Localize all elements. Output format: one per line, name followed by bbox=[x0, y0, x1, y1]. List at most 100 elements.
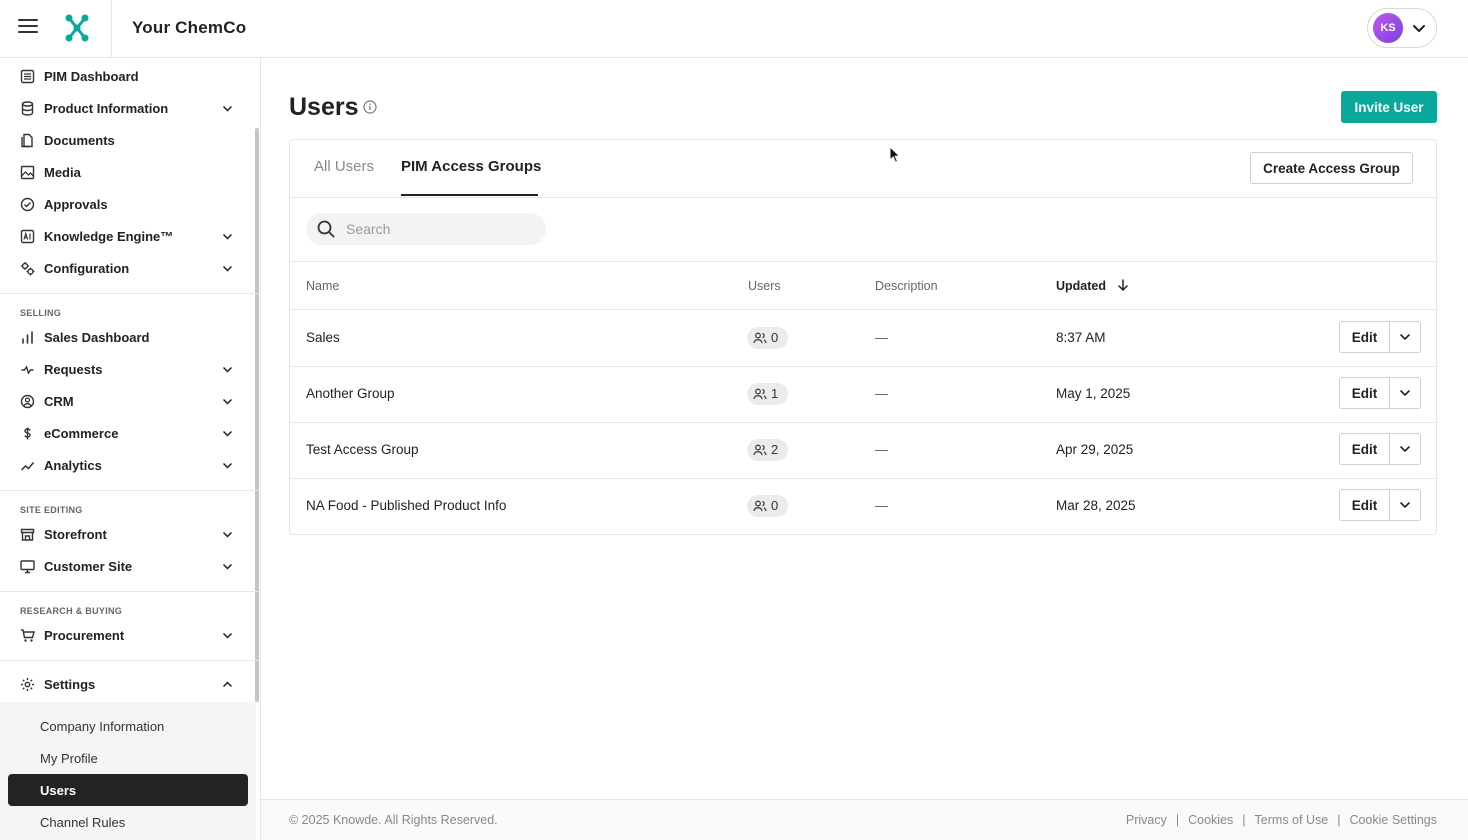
sidebar-item-configuration[interactable]: Configuration bbox=[0, 252, 250, 284]
column-header-name[interactable]: Name bbox=[306, 279, 339, 293]
group-name[interactable]: Test Access Group bbox=[306, 442, 419, 457]
sidebar-item-label: Product Information bbox=[44, 100, 169, 116]
cart-icon bbox=[21, 629, 35, 642]
group-name[interactable]: NA Food - Published Product Info bbox=[306, 498, 506, 513]
sidebar-item-procurement[interactable]: Procurement bbox=[0, 619, 250, 651]
sidebar-item-media[interactable]: Media bbox=[0, 156, 250, 188]
section-label-research: RESEARCH & BUYING bbox=[20, 606, 123, 616]
search-input[interactable] bbox=[346, 213, 536, 245]
sidebar-item-label: PIM Dashboard bbox=[44, 68, 139, 84]
group-name[interactable]: Another Group bbox=[306, 386, 395, 401]
terms-of-use-link[interactable]: Terms of Use bbox=[1255, 813, 1329, 827]
sidebar-item-storefront[interactable]: Storefront bbox=[0, 518, 250, 550]
sidebar-item-approvals[interactable]: Approvals bbox=[0, 188, 250, 220]
sidebar-subitem-label: Channel Rules bbox=[40, 815, 126, 830]
edit-button[interactable]: Edit bbox=[1340, 378, 1390, 408]
sidebar: PIM Dashboard Product Information Docume… bbox=[0, 58, 261, 840]
sidebar-subitem-my-profile[interactable]: My Profile bbox=[8, 742, 248, 774]
sidebar-item-label: Procurement bbox=[44, 627, 125, 643]
sidebar-item-label: Media bbox=[44, 164, 81, 180]
sidebar-divider bbox=[0, 490, 260, 491]
sidebar-divider bbox=[0, 591, 260, 592]
dollar-icon bbox=[24, 427, 31, 440]
search-icon bbox=[317, 220, 335, 238]
edit-button[interactable]: Edit bbox=[1340, 434, 1390, 464]
info-icon[interactable] bbox=[363, 100, 377, 114]
copyright-text: © 2025 Knowde. All Rights Reserved. bbox=[289, 813, 498, 827]
sidebar-subitem-company-information[interactable]: Company Information bbox=[8, 710, 248, 742]
chevron-down-icon bbox=[1400, 502, 1410, 509]
create-access-group-button[interactable]: Create Access Group bbox=[1250, 152, 1413, 184]
chevron-down-icon bbox=[223, 633, 232, 639]
group-description: — bbox=[875, 442, 888, 457]
invite-user-button[interactable]: Invite User bbox=[1341, 91, 1437, 123]
users-count-badge: 2 bbox=[747, 439, 788, 461]
edit-dropdown-toggle[interactable] bbox=[1390, 322, 1420, 352]
chevron-down-icon bbox=[223, 431, 232, 437]
dashboard-icon bbox=[20, 69, 35, 84]
arrow-down-icon[interactable] bbox=[1117, 279, 1129, 292]
privacy-link[interactable]: Privacy bbox=[1126, 813, 1167, 827]
sidebar-item-pim-dashboard[interactable]: PIM Dashboard bbox=[0, 60, 250, 92]
gear-icon bbox=[21, 678, 34, 691]
sidebar-item-documents[interactable]: Documents bbox=[0, 124, 250, 156]
sidebar-item-requests[interactable]: Requests bbox=[0, 353, 250, 385]
chevron-down-icon bbox=[223, 564, 232, 570]
sidebar-item-product-information[interactable]: Product Information bbox=[0, 92, 250, 124]
hamburger-menu-icon[interactable] bbox=[18, 19, 38, 39]
row-divider bbox=[290, 366, 1436, 367]
edit-dropdown-toggle[interactable] bbox=[1390, 490, 1420, 520]
sidebar-item-label: Storefront bbox=[44, 526, 107, 542]
sidebar-subitem-label: Users bbox=[40, 783, 77, 798]
sidebar-item-knowledge-engine[interactable]: Knowledge Engine™ bbox=[0, 220, 250, 252]
edit-button-group: Edit bbox=[1339, 377, 1421, 409]
users-icon bbox=[753, 332, 767, 344]
sidebar-item-analytics[interactable]: Analytics bbox=[0, 449, 250, 481]
users-count: 1 bbox=[771, 386, 779, 401]
tab-pim-access-groups[interactable]: PIM Access Groups bbox=[401, 158, 541, 175]
sidebar-item-label: CRM bbox=[44, 393, 74, 409]
edit-button-group: Edit bbox=[1339, 321, 1421, 353]
sidebar-item-crm[interactable]: CRM bbox=[0, 385, 250, 417]
users-count-badge: 0 bbox=[747, 327, 788, 349]
link-separator: | bbox=[1337, 813, 1341, 827]
sidebar-item-settings[interactable]: Settings bbox=[0, 668, 250, 700]
ai-icon bbox=[20, 229, 35, 244]
chevron-down-icon bbox=[223, 532, 232, 538]
users-icon bbox=[753, 500, 767, 512]
column-header-updated[interactable]: Updated bbox=[1056, 279, 1106, 293]
users-icon bbox=[753, 388, 767, 400]
logo-divider bbox=[111, 0, 112, 58]
edit-dropdown-toggle[interactable] bbox=[1390, 378, 1420, 408]
users-count: 2 bbox=[771, 442, 779, 457]
edit-button[interactable]: Edit bbox=[1340, 322, 1390, 352]
tab-all-users[interactable]: All Users bbox=[314, 158, 374, 175]
sidebar-item-sales-dashboard[interactable]: Sales Dashboard bbox=[0, 321, 250, 353]
group-description: — bbox=[875, 498, 888, 513]
image-icon bbox=[20, 165, 35, 180]
top-bar: Your ChemCo KS bbox=[0, 0, 1468, 58]
sidebar-item-customer-site[interactable]: Customer Site bbox=[0, 550, 250, 582]
sidebar-scrollbar[interactable] bbox=[255, 128, 259, 702]
sidebar-subitem-users[interactable]: Users bbox=[8, 774, 248, 806]
sidebar-item-label: Documents bbox=[44, 132, 115, 148]
access-groups-card: All Users PIM Access Groups Create Acces… bbox=[289, 139, 1437, 535]
column-header-description[interactable]: Description bbox=[875, 279, 938, 293]
cookies-link[interactable]: Cookies bbox=[1188, 813, 1233, 827]
sidebar-item-label: Analytics bbox=[44, 457, 102, 473]
cookie-settings-link[interactable]: Cookie Settings bbox=[1349, 813, 1437, 827]
sidebar-item-label: Sales Dashboard bbox=[44, 329, 150, 345]
edit-button[interactable]: Edit bbox=[1340, 490, 1390, 520]
store-icon bbox=[20, 528, 35, 541]
edit-dropdown-toggle[interactable] bbox=[1390, 434, 1420, 464]
user-menu-button[interactable]: KS bbox=[1367, 8, 1437, 48]
bar-chart-icon bbox=[22, 331, 33, 344]
sidebar-subitem-channel-rules[interactable]: Channel Rules bbox=[8, 806, 248, 838]
footer: © 2025 Knowde. All Rights Reserved. Priv… bbox=[261, 799, 1468, 840]
group-name[interactable]: Sales bbox=[306, 330, 340, 345]
column-header-users[interactable]: Users bbox=[748, 279, 781, 293]
sidebar-divider bbox=[0, 293, 260, 294]
avatar: KS bbox=[1373, 13, 1403, 43]
sidebar-item-ecommerce[interactable]: eCommerce bbox=[0, 417, 250, 449]
chevron-down-icon bbox=[223, 266, 232, 272]
